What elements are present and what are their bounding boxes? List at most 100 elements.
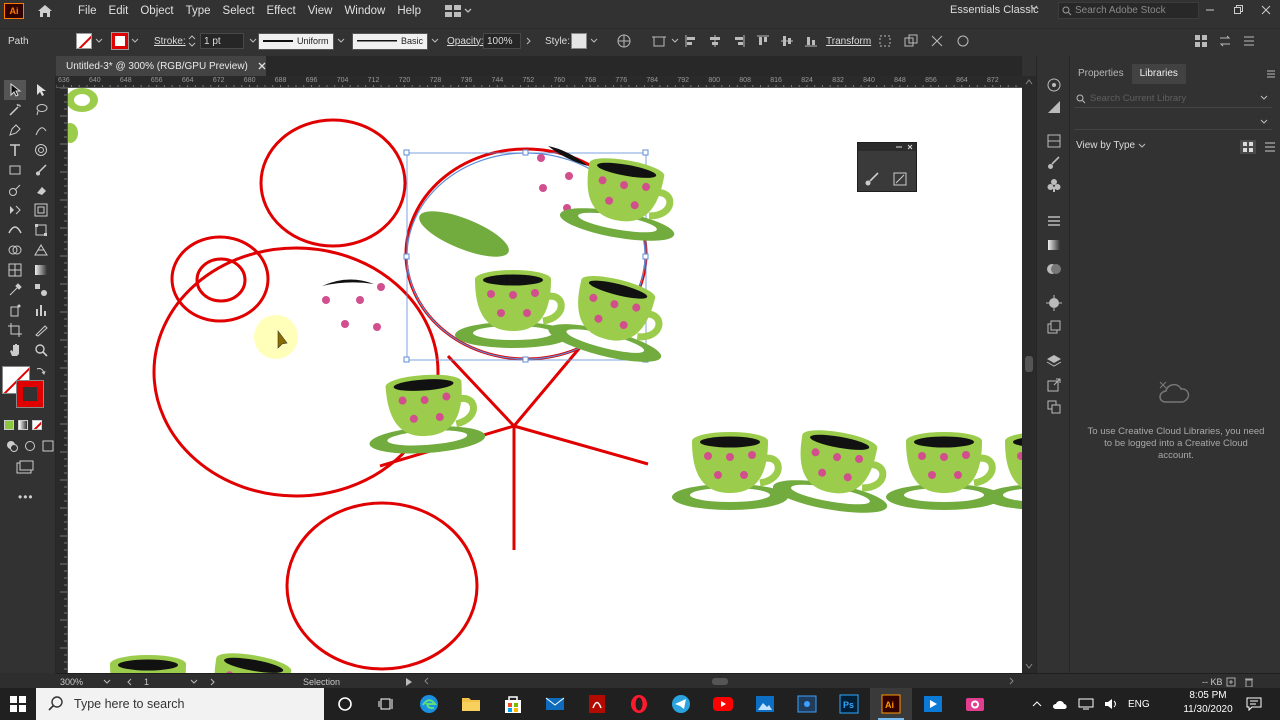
chevron-left-icon[interactable] [126,678,134,686]
menu-object[interactable]: Object [134,0,179,22]
paintbrush-icon[interactable] [864,171,880,187]
network-icon[interactable] [1078,698,1094,710]
align-bottom-icon[interactable] [802,32,820,50]
slice-tool[interactable] [30,320,52,340]
floating-panel-header[interactable] [858,143,916,151]
grid-view-button[interactable] [1240,140,1256,154]
chevron-down-icon[interactable] [336,36,346,46]
paintbrush-tool[interactable] [30,160,52,180]
menu-help[interactable]: Help [391,0,427,22]
store-app[interactable] [492,688,534,720]
transform-button[interactable]: Transform [826,29,871,53]
gradient-mode-button[interactable] [18,420,28,430]
chevron-up-icon[interactable] [1032,700,1042,708]
shape-builder-tool[interactable] [4,240,26,260]
more-tools-icon[interactable]: ••• [18,490,34,504]
floating-brush-panel[interactable] [857,142,917,192]
collapse-icon[interactable] [896,145,902,149]
align-left-icon[interactable] [682,32,700,50]
file-explorer-app[interactable] [450,688,492,720]
recolor-artwork-button[interactable] [615,29,633,53]
youtube-app[interactable] [702,688,744,720]
artboard-tool[interactable] [4,320,26,340]
layers-icon[interactable] [1045,352,1063,370]
chevron-down-icon[interactable] [589,36,599,46]
chevron-down-icon[interactable] [670,36,680,46]
volume-icon[interactable] [1104,698,1118,710]
cortana-button[interactable] [324,688,366,720]
opacity-label[interactable]: Opacity: [447,29,484,53]
menu-edit[interactable]: Edit [103,0,135,22]
fill-stroke-widget[interactable] [2,366,46,408]
selection-tool[interactable] [4,80,26,100]
chevron-down-icon[interactable] [430,36,440,46]
chevron-down-icon[interactable] [248,36,258,46]
brush-options-icon[interactable] [892,171,908,187]
cup-top-right[interactable] [558,150,686,247]
transparency-icon[interactable] [1045,260,1063,278]
notification-center-button[interactable] [1246,688,1262,720]
column-graph-tool[interactable] [30,300,52,320]
magic-wand-tool[interactable] [4,100,26,120]
cup-row-2[interactable] [771,422,899,519]
align-center-icon[interactable] [706,32,724,50]
shape-mode-icon[interactable] [902,32,920,50]
zoom-control[interactable]: 300% [60,674,111,689]
photos-app[interactable] [744,688,786,720]
symbols-icon[interactable] [1045,176,1063,194]
draw-normal-icon[interactable] [6,440,18,452]
stroke-panel-icon[interactable] [1045,212,1063,230]
screen-mode-button[interactable] [16,460,34,477]
stroke-weight-input[interactable]: 1 pt [200,33,244,49]
blend-tool[interactable] [30,280,52,300]
width-tool[interactable] [4,220,26,240]
cup-bottom-2[interactable] [185,645,313,673]
eraser-tool[interactable] [30,180,52,200]
chevron-down-icon[interactable] [103,679,111,685]
puppet-warp-icon[interactable] [954,32,972,50]
opacity-input[interactable]: 100% [483,33,521,49]
free-transform-tool[interactable] [30,220,52,240]
stock-search-input[interactable]: Search Adobe Stock [1058,2,1199,19]
swatches-icon[interactable] [1045,132,1063,150]
stepper-icon[interactable] [188,34,196,48]
list-view-button[interactable] [1262,140,1278,154]
close-icon[interactable] [907,144,913,150]
horizontal-ruler[interactable]: 636 640 648 656 664 672 680 688 696 704 712 720 728 7… [56,76,1022,88]
brush-definition[interactable]: Basic [352,29,440,53]
acrobat-app[interactable] [576,688,618,720]
cup-row-1[interactable] [672,432,788,510]
panel-menu-icon[interactable] [1266,69,1276,79]
flip-icon[interactable] [1216,32,1234,50]
color-panel-icon[interactable] [1045,76,1063,94]
shaper-tool[interactable] [4,180,26,200]
perspective-grid-tool[interactable] [30,240,52,260]
panel-menu-icon[interactable] [1240,32,1258,50]
appearance-icon[interactable] [1045,294,1063,312]
swap-fill-stroke-icon[interactable] [36,366,46,376]
tab-libraries[interactable]: Libraries [1131,64,1186,84]
scale-tool[interactable] [30,200,52,220]
screen-recorder-app[interactable] [786,688,828,720]
chevron-right-icon[interactable] [208,678,216,686]
opera-app[interactable] [618,688,660,720]
draw-inside-icon[interactable] [42,440,54,452]
brushes-icon[interactable] [1045,154,1063,172]
lasso-tool[interactable] [30,100,52,120]
cup-row-3[interactable] [886,432,1002,510]
onedrive-icon[interactable] [1052,698,1068,710]
none-mode-button[interactable] [32,420,42,430]
variable-width-profile[interactable]: Uniform [258,29,346,53]
vertical-scrollbar[interactable] [1022,76,1036,673]
task-view-button[interactable] [366,688,408,720]
arrange-documents-button[interactable] [445,5,472,17]
menu-file[interactable]: File [72,0,103,22]
export-icon[interactable] [1045,376,1063,394]
fill-swatch-control[interactable] [76,29,104,53]
chevron-right-icon[interactable] [524,36,534,46]
color-guide-icon[interactable] [1045,98,1063,116]
align-top-icon[interactable] [754,32,772,50]
graphic-style-swatch[interactable] [571,33,587,49]
chevron-down-icon[interactable] [1030,4,1038,12]
pen-tool[interactable] [4,120,26,140]
